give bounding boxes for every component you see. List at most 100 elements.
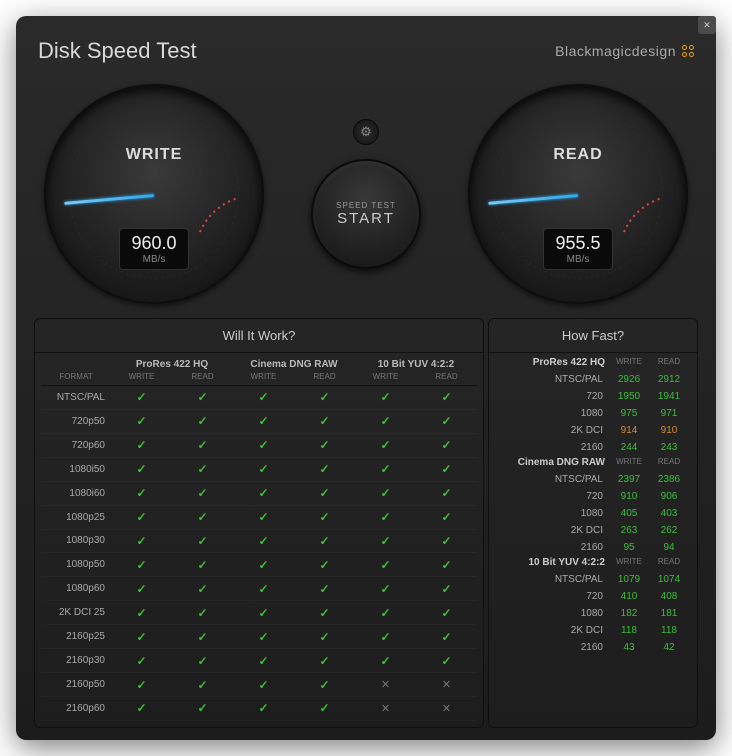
read-fps: 2912 — [649, 374, 689, 385]
format-label: 720 — [497, 391, 609, 402]
read-fps: 1941 — [649, 391, 689, 402]
format-label: 2K DCI 25 — [41, 607, 111, 618]
check-icon: ✓ — [172, 582, 233, 596]
table-row: 2160244243 — [497, 440, 689, 455]
check-icon: ✓ — [172, 462, 233, 476]
check-icon: ✓ — [111, 558, 172, 572]
check-icon: ✓ — [172, 414, 233, 428]
write-fps: 1079 — [609, 574, 649, 585]
read-fps: 262 — [649, 525, 689, 536]
format-label: 2160p25 — [41, 631, 111, 642]
format-label: 2K DCI — [497, 625, 609, 636]
check-icon: ✓ — [416, 534, 477, 548]
app-window: ✕ Disk Speed Test Blackmagicdesign WRITE… — [16, 16, 716, 740]
wiw-header: ProRes 422 HQ Cinema DNG RAW 10 Bit YUV … — [41, 353, 477, 372]
wiw-title: Will It Work? — [35, 319, 483, 353]
table-row: 2160p30✓✓✓✓✓✓ — [41, 649, 477, 673]
check-icon: ✓ — [416, 606, 477, 620]
start-subtitle: SPEED TEST — [336, 201, 396, 210]
check-icon: ✓ — [355, 654, 416, 668]
check-icon: ✓ — [233, 606, 294, 620]
check-icon: ✓ — [416, 510, 477, 524]
check-icon: ✓ — [233, 414, 294, 428]
check-icon: ✓ — [111, 654, 172, 668]
check-icon: ✓ — [172, 486, 233, 500]
format-label: 1080 — [497, 508, 609, 519]
check-icon: ✓ — [172, 390, 233, 404]
table-row: NTSC/PAL10791074 — [497, 572, 689, 587]
check-icon: ✓ — [294, 534, 355, 548]
check-icon: ✓ — [416, 390, 477, 404]
hf-table: ProRes 422 HQWRITEREADNTSC/PAL2926291272… — [489, 353, 697, 727]
check-icon: ✓ — [233, 534, 294, 548]
check-icon: ✓ — [111, 701, 172, 715]
check-icon: ✓ — [233, 654, 294, 668]
read-unit: MB/s — [554, 254, 602, 265]
format-label: 720 — [497, 591, 609, 602]
read-value: 955.5 — [554, 233, 602, 254]
how-fast-panel: How Fast? ProRes 422 HQWRITEREAD NTSC/PAL… — [488, 318, 698, 728]
table-row: NTSC/PAL23972386 — [497, 472, 689, 487]
check-icon: ✓ — [233, 701, 294, 715]
check-icon: ✓ — [416, 414, 477, 428]
table-row: 720410408 — [497, 589, 689, 604]
format-label: 2160p60 — [41, 703, 111, 714]
write-gauge: WRITE 960.0 MB/s — [44, 84, 264, 304]
check-icon: ✓ — [233, 438, 294, 452]
start-button[interactable]: SPEED TEST START — [311, 159, 421, 269]
settings-button[interactable]: ⚙ — [353, 119, 379, 145]
check-icon: ✓ — [355, 582, 416, 596]
table-row: 2160p25✓✓✓✓✓✓ — [41, 625, 477, 649]
check-icon: ✓ — [294, 582, 355, 596]
format-label: 720p60 — [41, 440, 111, 451]
wiw-table: ProRes 422 HQ Cinema DNG RAW 10 Bit YUV … — [35, 353, 483, 727]
table-row: 1080i50✓✓✓✓✓✓ — [41, 458, 477, 482]
read-label: READ — [470, 146, 686, 164]
close-button[interactable]: ✕ — [698, 16, 716, 34]
codec-header: ProRes 422 HQ — [111, 353, 233, 372]
check-icon: ✓ — [111, 678, 172, 692]
hf-group-header: Cinema DNG RAWWRITEREAD — [497, 457, 689, 470]
hf-title: How Fast? — [489, 319, 697, 353]
table-row: 2160p50✓✓✓✓✕✕ — [41, 673, 477, 697]
check-icon: ✓ — [294, 510, 355, 524]
check-icon: ✓ — [294, 390, 355, 404]
check-icon: ✓ — [416, 654, 477, 668]
format-label: 2160p30 — [41, 655, 111, 666]
check-icon: ✓ — [111, 390, 172, 404]
start-label: START — [337, 210, 395, 227]
check-icon: ✓ — [416, 438, 477, 452]
format-label: NTSC/PAL — [497, 474, 609, 485]
read-fps: 403 — [649, 508, 689, 519]
brand: Blackmagicdesign — [555, 43, 694, 59]
check-icon: ✓ — [355, 606, 416, 620]
hf-group-header: ProRes 422 HQWRITEREAD — [497, 357, 689, 370]
table-row: 21604342 — [497, 640, 689, 655]
check-icon: ✓ — [233, 630, 294, 644]
table-row: 720p50✓✓✓✓✓✓ — [41, 410, 477, 434]
format-label: 1080p30 — [41, 535, 111, 546]
check-icon: ✓ — [416, 462, 477, 476]
panels: Will It Work? ProRes 422 HQ Cinema DNG R… — [34, 318, 698, 728]
wiw-subheader: FORMAT WRITE READ WRITE READ WRITE READ — [41, 372, 477, 386]
check-icon: ✓ — [355, 534, 416, 548]
table-row: 1080i60✓✓✓✓✓✓ — [41, 482, 477, 506]
write-fps: 1950 — [609, 391, 649, 402]
read-gauge: READ 955.5 MB/s — [468, 84, 688, 304]
check-icon: ✓ — [172, 701, 233, 715]
check-icon: ✓ — [172, 654, 233, 668]
format-label: 720p50 — [41, 416, 111, 427]
table-row: 2K DCI118118 — [497, 623, 689, 638]
table-row: 1080975971 — [497, 406, 689, 421]
format-label: 2160 — [497, 542, 609, 553]
write-fps: 95 — [609, 542, 649, 553]
app-title: Disk Speed Test — [38, 38, 197, 64]
check-icon: ✓ — [294, 558, 355, 572]
format-label: 1080i50 — [41, 464, 111, 475]
write-fps: 914 — [609, 425, 649, 436]
write-fps: 244 — [609, 442, 649, 453]
write-fps: 410 — [609, 591, 649, 602]
table-row: 1080182181 — [497, 606, 689, 621]
format-label: 1080 — [497, 608, 609, 619]
check-icon: ✓ — [111, 462, 172, 476]
